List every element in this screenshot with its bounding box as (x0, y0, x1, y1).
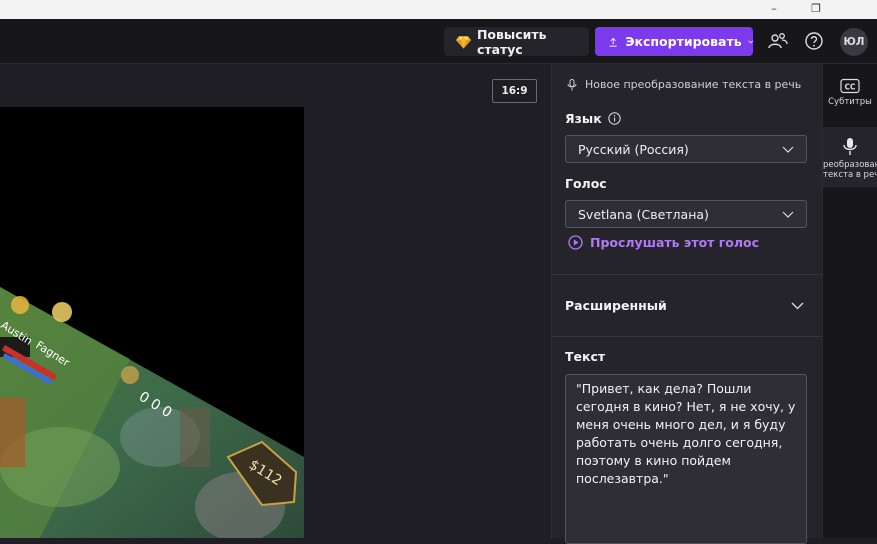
tab-text-to-speech[interactable]: реобразован текста в реч (823, 127, 877, 187)
language-label: Язык (565, 111, 621, 126)
microphone-icon (843, 138, 857, 155)
microphone-icon (567, 78, 577, 90)
minimize-button[interactable]: – (754, 0, 794, 19)
voice-value: Svetlana (Светлана) (578, 206, 709, 222)
chevron-down-icon (782, 146, 794, 153)
panel-title-text: Новое преобразование текста в речь (585, 78, 802, 91)
panel-title: Новое преобразование текста в речь (567, 78, 801, 91)
chevron-down-icon (747, 40, 753, 43)
tab-tts-label-line1: реобразован (823, 160, 877, 170)
restore-button[interactable]: ❐ (796, 0, 836, 19)
avatar[interactable]: ЮЛ (840, 28, 868, 56)
aspect-ratio-button[interactable]: 16:9 (492, 79, 537, 103)
chevron-down-icon (782, 211, 794, 218)
tab-tts-label-line2: текста в реч (823, 170, 877, 180)
upgrade-label: Повысить статус (476, 26, 547, 57)
upgrade-button[interactable]: Повысить статус (444, 26, 589, 57)
divider (552, 336, 822, 337)
language-select[interactable]: Русский (Россия) (565, 135, 807, 163)
tab-subtitles-label: Субтитры (828, 97, 872, 107)
game-screenshot-image: Austin Fagner 0 0 0 $112 (0, 287, 304, 538)
export-button[interactable]: Экспортировать (595, 27, 753, 56)
closed-captions-icon: CC (840, 78, 860, 94)
upload-icon (609, 37, 617, 47)
share-people-icon[interactable] (768, 31, 788, 51)
listen-voice-link[interactable]: Прослушать этот голос (568, 235, 759, 250)
text-label: Текст (565, 349, 606, 364)
chevron-down-icon[interactable] (791, 302, 804, 310)
info-icon[interactable] (607, 112, 621, 125)
tab-subtitles[interactable]: CC Субтитры (823, 78, 877, 118)
divider (552, 274, 822, 275)
language-value: Русский (Россия) (578, 141, 689, 157)
tts-text-input[interactable]: "Привет, как дела? Пошли сегодня в кино?… (565, 374, 807, 544)
help-icon[interactable] (804, 31, 824, 51)
voice-label: Голос (565, 176, 607, 191)
window-title-bar (0, 0, 877, 19)
video-frame[interactable]: Austin Fagner 0 0 0 $112 (0, 107, 304, 538)
play-circle-icon (568, 235, 583, 250)
svg-text:CC: CC (844, 83, 856, 92)
export-label: Экспортировать (625, 34, 742, 49)
voice-select[interactable]: Svetlana (Светлана) (565, 200, 807, 228)
listen-voice-label: Прослушать этот голос (590, 235, 760, 250)
language-label-text: Язык (565, 111, 602, 126)
advanced-section-toggle[interactable]: Расширенный (565, 298, 667, 313)
gem-icon (456, 35, 471, 49)
